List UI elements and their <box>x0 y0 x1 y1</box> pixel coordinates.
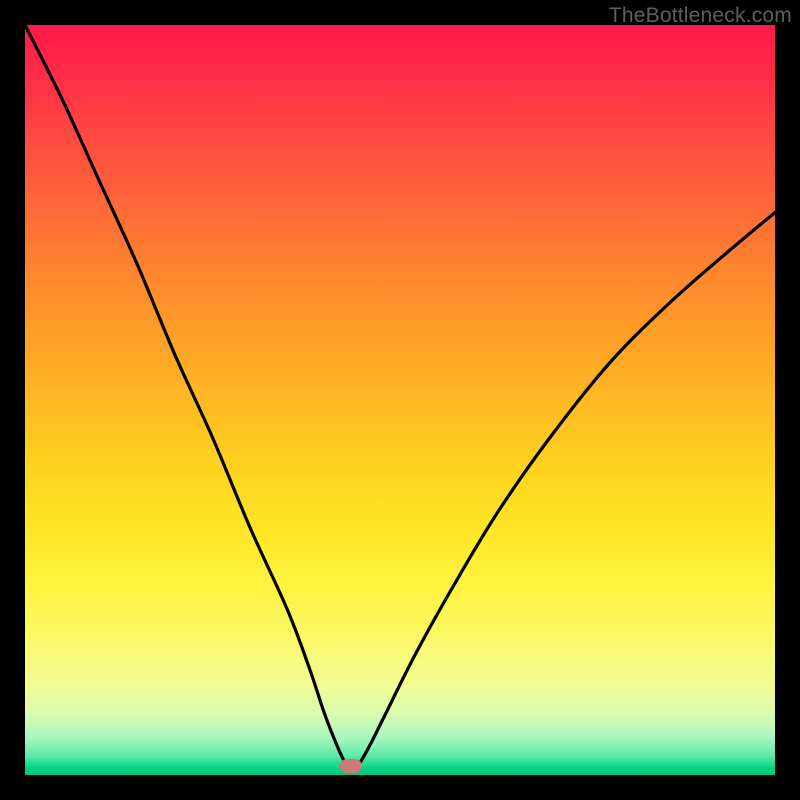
watermark-text: TheBottleneck.com <box>609 4 792 28</box>
optimal-marker <box>340 759 362 773</box>
chart-frame: TheBottleneck.com <box>0 0 800 800</box>
curve-svg <box>25 25 775 775</box>
bottleneck-curve <box>25 25 775 771</box>
plot-area <box>25 25 775 775</box>
